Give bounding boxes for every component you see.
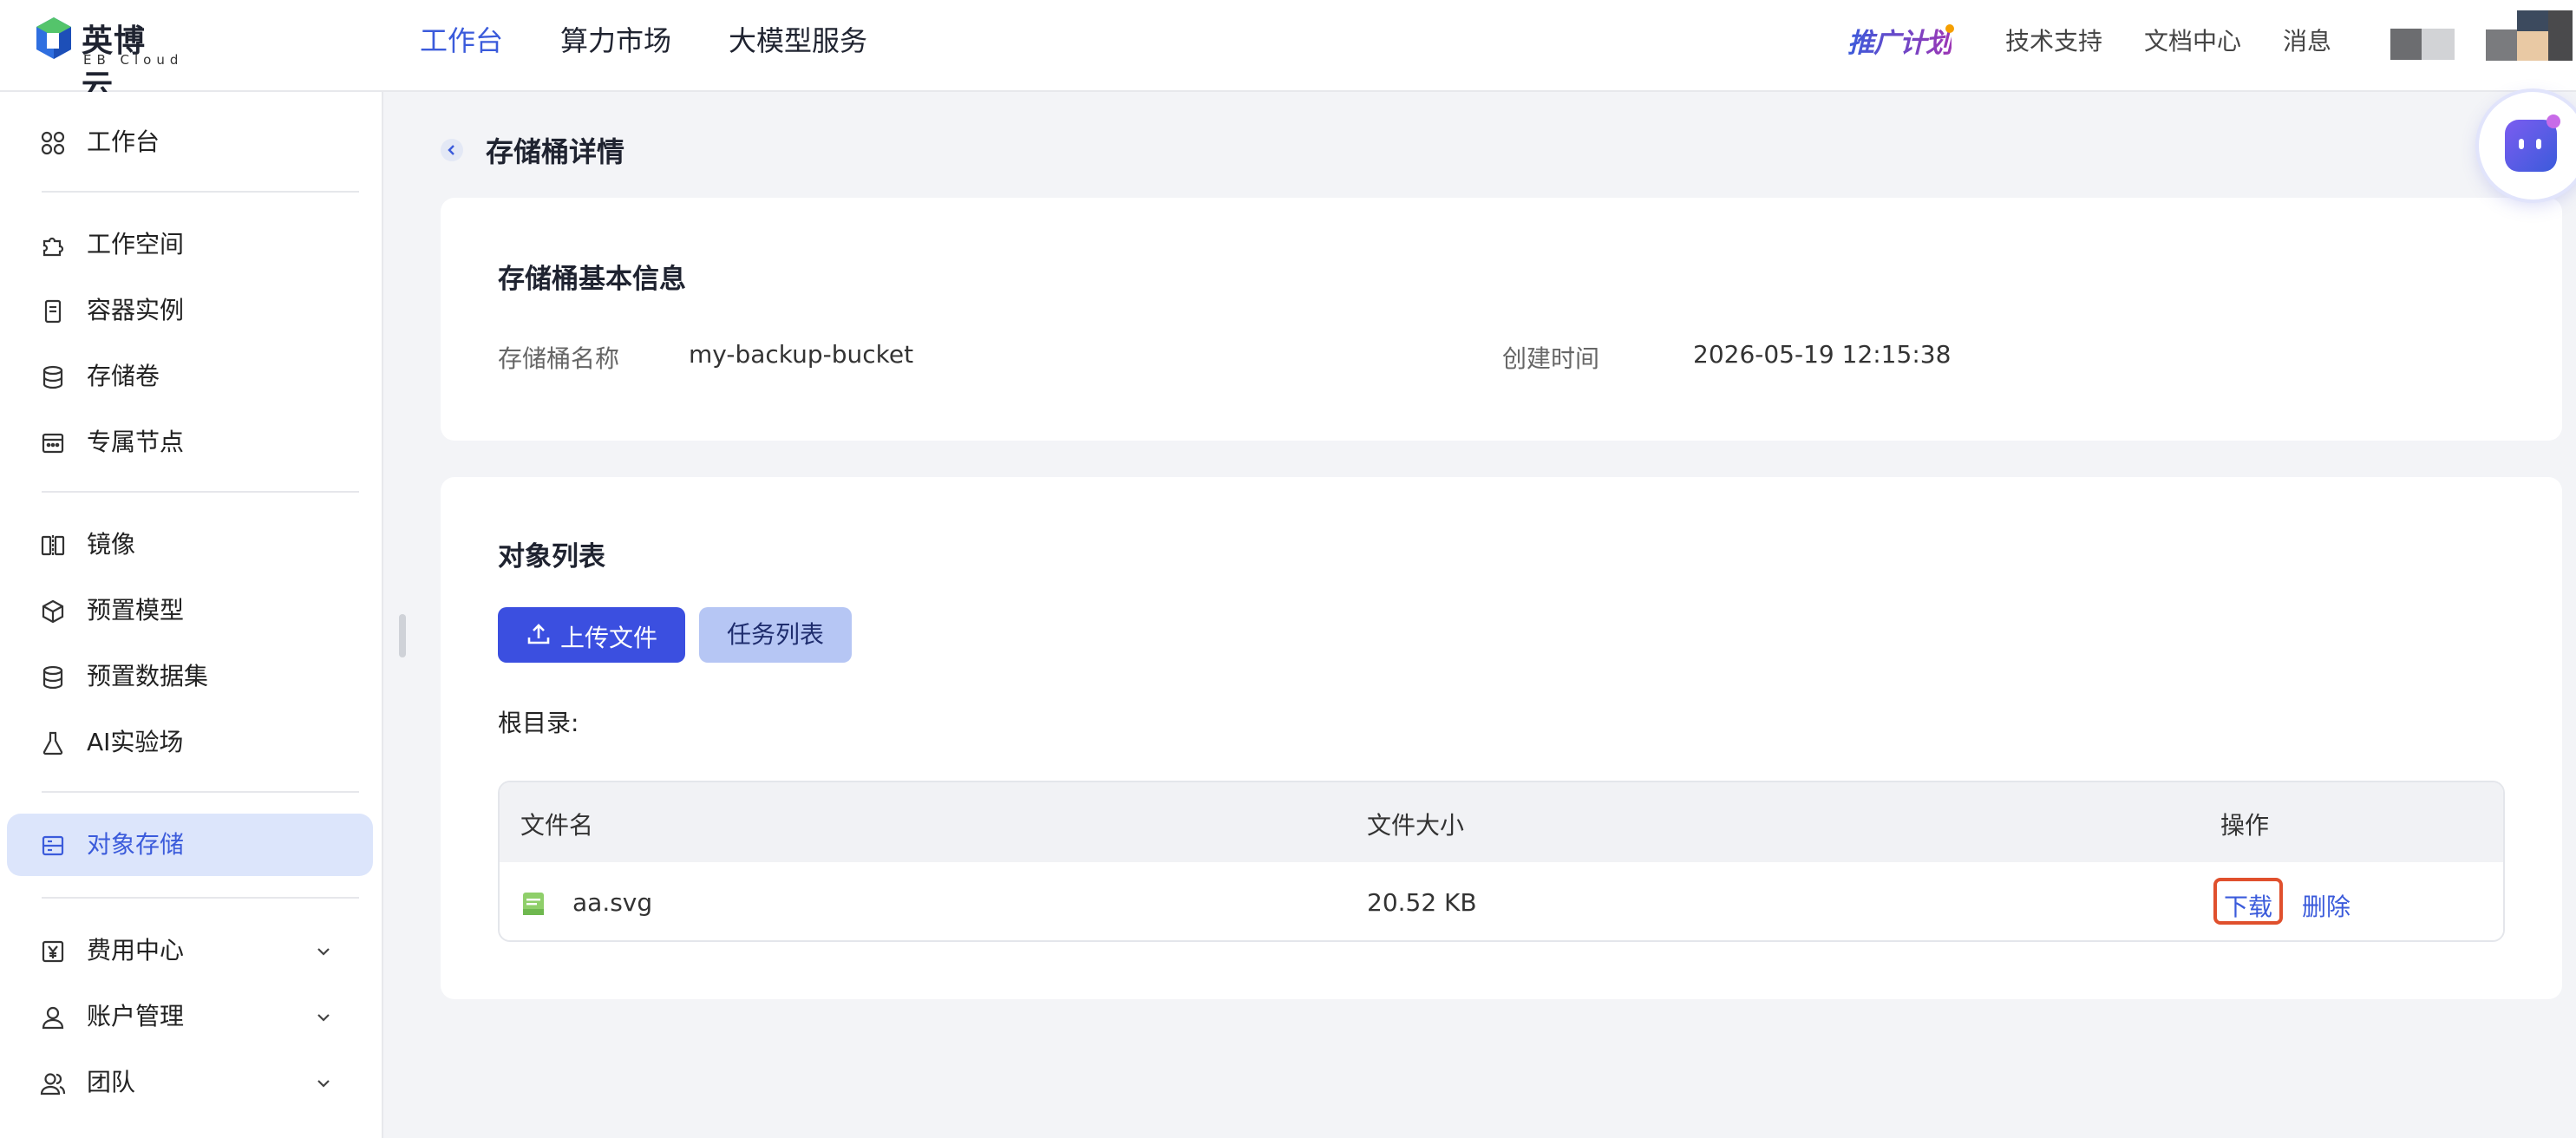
task-list-button[interactable]: 任务列表 [699,607,852,663]
ai-assistant-button[interactable] [2479,92,2576,199]
sidebar-item-label: 对象存储 [87,830,185,859]
bucket-name-value: my-backup-bucket [689,340,914,369]
sidebar-item-preset-model[interactable]: 预置模型 [7,579,373,642]
file-name[interactable]: aa.svg [572,888,652,917]
bucket-name-label: 存储桶名称 [498,344,620,373]
chevron-down-icon [317,948,330,956]
nav-compute-market[interactable]: 算力市场 [560,19,671,62]
chevron-down-icon [317,1014,330,1022]
logo[interactable]: 英博云 EB Cloud [35,16,178,104]
sidebar-divider [42,791,359,793]
top-nav: 工作台 算力市场 大模型服务 [420,19,925,62]
table-header: 文件名 文件大小 操作 [500,782,2503,862]
sidebar-item-image[interactable]: 镜像 [7,513,373,576]
sidebar-item-label: 账户管理 [87,1002,185,1030]
sidebar-item-label: 镜像 [87,530,136,559]
sidebar-item-account[interactable]: 账户管理 [7,985,373,1048]
sidebar-divider [42,191,359,193]
sidebar-item-label: 存储卷 [87,362,160,390]
sidebar-item-workspace[interactable]: 工作空间 [7,213,373,276]
sidebar-item-label: 工作台 [87,128,160,156]
sidebar-resize-handle[interactable] [399,614,406,657]
sidebar-divider [42,897,359,899]
sidebar-item-team[interactable]: 团队 [7,1051,373,1114]
section-title: 对象列表 [498,541,605,572]
promo-badge [1945,24,1954,33]
page-title: 存储桶详情 [486,135,625,168]
mirror-icon [41,535,65,556]
tech-support-link[interactable]: 技术支持 [2005,23,2102,57]
docs-center-link[interactable]: 文档中心 [2144,23,2241,57]
object-table: 文件名 文件大小 操作 aa.svg 20.52 KB 下载 删除 [498,781,2505,942]
sidebar-item-label: 费用中心 [87,936,185,965]
column-header-filename: 文件名 [520,811,594,840]
logo-subtext: EB Cloud [83,52,184,68]
user-icon [42,1006,64,1030]
logo-mark-icon [36,17,71,59]
database-icon [42,365,63,389]
team-icon [40,1073,66,1095]
upload-icon [527,624,550,644]
sidebar-item-label: 容器实例 [87,296,185,324]
file-size: 20.52 KB [1367,888,1477,917]
object-list-card: 对象列表 上传文件 任务列表 根目录: 文件名 文件大小 操作 aa.svg 2… [441,477,2562,999]
column-header-filesize: 文件大小 [1367,811,1465,840]
node-icon [42,433,64,454]
table-row: aa.svg 20.52 KB 下载 删除 [500,862,2503,940]
sidebar-item-dedicated-node[interactable]: 专属节点 [7,411,373,474]
upload-file-label: 上传文件 [560,624,658,652]
image-file-icon [523,893,544,915]
nav-llm-service[interactable]: 大模型服务 [729,19,867,62]
sidebar-item-label: 专属节点 [87,428,185,456]
download-link[interactable]: 下载 [2224,888,2272,923]
sidebar-item-volume[interactable]: 存储卷 [7,345,373,408]
sidebar-item-label: 预置模型 [87,596,185,625]
sidebar-item-label: 预置数据集 [87,662,209,690]
current-path-label: 根目录: [498,709,579,737]
sidebar-item-label: 工作空间 [87,230,185,258]
sidebar-item-billing[interactable]: 费用中心 [7,919,373,982]
account-avatar[interactable] [2486,9,2573,61]
sidebar-item-object-storage[interactable]: 对象存储 [7,814,373,876]
user-avatar[interactable] [2390,29,2455,60]
container-icon [44,299,62,324]
sidebar-divider [42,491,359,493]
puzzle-icon [42,237,64,257]
upload-file-button[interactable]: 上传文件 [498,607,685,663]
sidebar-item-label: 团队 [87,1068,136,1096]
chevron-down-icon [317,1080,330,1088]
column-header-actions: 操作 [2220,811,2270,840]
grid-icon [41,131,65,155]
sidebar-item-label: AI实验场 [87,728,184,756]
created-time-value: 2026-05-19 12:15:38 [1693,340,1952,369]
section-title: 存储桶基本信息 [498,264,686,295]
sidebar: 工作台 工作空间 容器实例 存储卷 专属节点 镜像 预置模型 预置数据集 AI实… [0,92,383,1138]
sidebar-item-container[interactable]: 容器实例 [7,279,373,342]
chevron-left-icon [448,145,454,155]
bucket-info-card: 存储桶基本信息 存储桶名称 my-backup-bucket 创建时间 2026… [441,198,2562,441]
sidebar-item-ai-lab[interactable]: AI实验场 [7,711,373,774]
top-header: 英博云 EB Cloud 工作台 算力市场 大模型服务 推广计划 技术支持 文档… [0,0,2576,104]
sidebar-item-preset-dataset[interactable]: 预置数据集 [7,645,373,708]
messages-link[interactable]: 消息 [2283,23,2331,57]
sidebar-item-workbench[interactable]: 工作台 [7,111,373,173]
cube-icon [42,599,64,624]
flask-icon [42,731,63,755]
back-button[interactable] [441,139,463,161]
database-icon [42,665,63,690]
nav-workbench[interactable]: 工作台 [420,19,503,62]
promo-link[interactable]: 推广计划 [1847,21,1952,60]
created-time-label: 创建时间 [1502,344,1600,373]
yen-icon [42,940,64,963]
delete-link[interactable]: 删除 [2302,888,2350,923]
storage-icon [42,835,64,856]
robot-icon [2505,114,2560,172]
